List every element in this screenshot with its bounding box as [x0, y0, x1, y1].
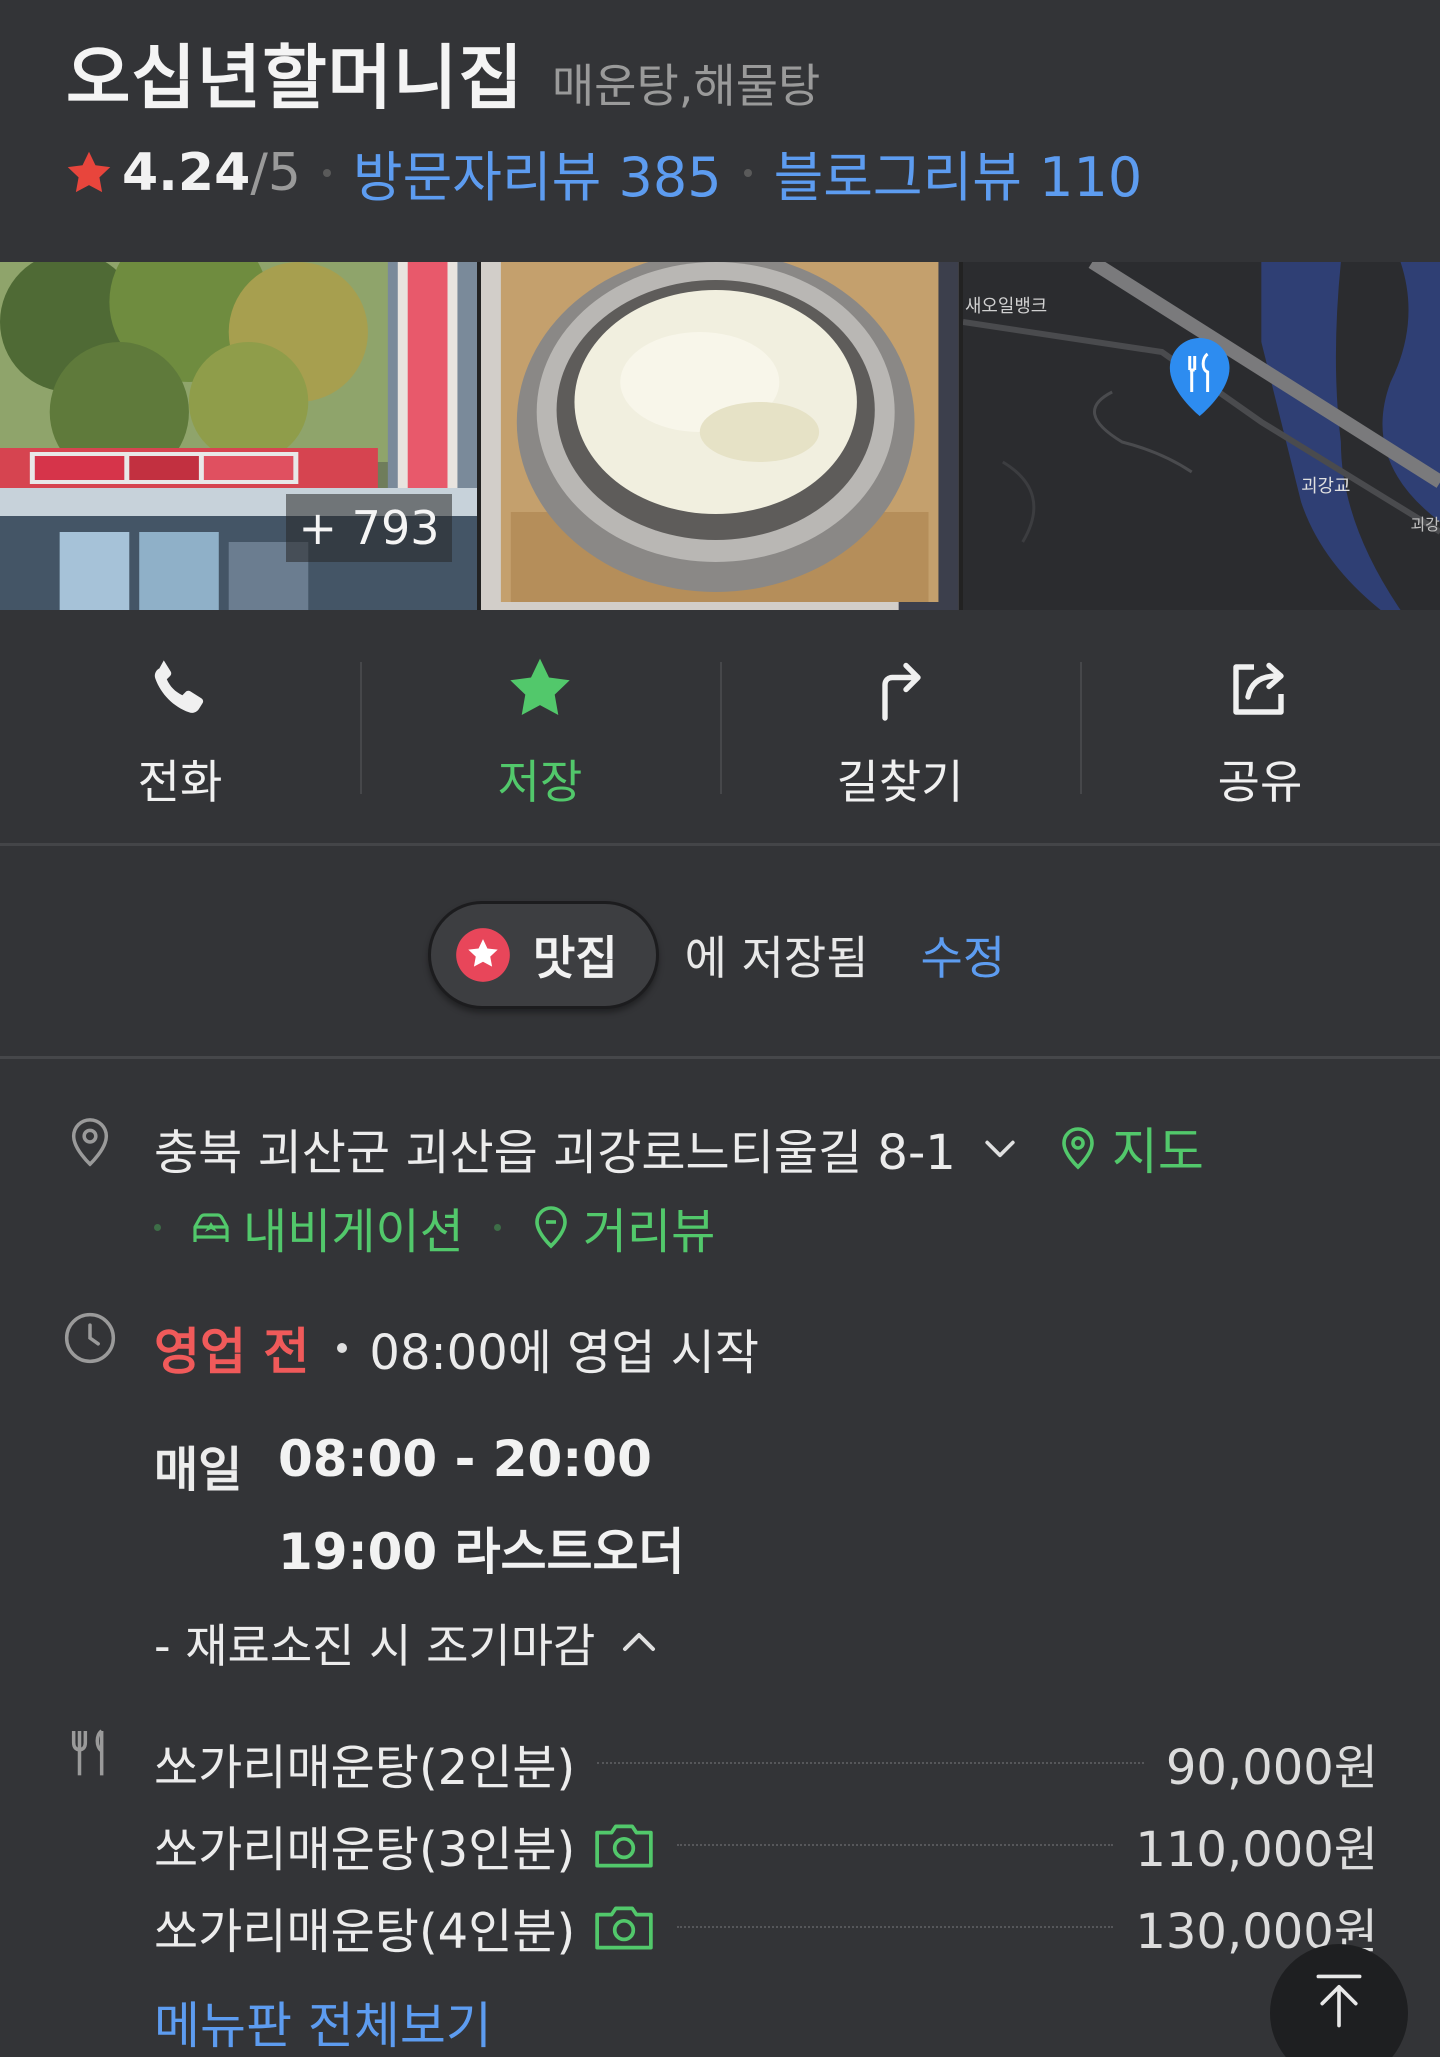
separator-dot [743, 168, 752, 177]
directions-button[interactable]: 길찾기 [720, 610, 1080, 843]
menu-item-name: 쏘가리매운탕(2인분) [154, 1740, 576, 1796]
rating-star-icon [67, 151, 111, 192]
title-row: 오십년할머니집 매운탕,해물탕 [66, 22, 820, 123]
hours-note-toggle[interactable]: - 재료소진 시 조기마감 [154, 1610, 663, 1676]
camera-icon [595, 1824, 654, 1868]
save-label: 저장 [497, 755, 583, 809]
clock-icon [64, 1312, 116, 1364]
map-label-river: 괴강 [1410, 515, 1440, 534]
separator-dot [493, 1223, 501, 1231]
map-thumbnail[interactable]: 새오일뱅크 괴강교 괴강 [962, 262, 1440, 610]
map-link[interactable]: 지도 [1054, 1112, 1204, 1184]
food-photo[interactable] [481, 262, 959, 610]
rating-max: /5 [250, 142, 301, 203]
place-detail-page: 오십년할머니집 매운탕,해물탕 4.24 /5 방문자리뷰 385 블로그리뷰 … [0, 0, 1440, 2057]
map-label-gas-station: 새오일뱅크 [965, 296, 1047, 317]
menu-item[interactable]: 쏘가리매운탕(2인분) 90,000원 [154, 1722, 1378, 1804]
address-text: 충북 괴산군 괴산읍 괴강로느티울길 8-1 [154, 1125, 956, 1181]
call-label: 전화 [137, 755, 223, 809]
saved-row: 맛집 에 저장됨 수정 [428, 901, 1005, 1009]
street-view-pin-icon [535, 1206, 567, 1249]
directions-icon [882, 662, 921, 721]
menu-item[interactable]: 쏘가리매운탕(4인분) 130,000원 [154, 1886, 1378, 1968]
chevron-down-icon[interactable] [978, 1126, 1022, 1170]
directions-label: 길찾기 [836, 755, 964, 809]
share-icon [1233, 662, 1284, 715]
map-image: 새오일뱅크 괴강교 괴강 [962, 262, 1440, 610]
map-pin-icon [1062, 1127, 1094, 1170]
rice-pot-image [481, 262, 959, 610]
share-label: 공유 [1217, 755, 1303, 809]
separator-dot [322, 168, 331, 177]
menu-item[interactable]: 쏘가리매운탕(3인분) 110,000원 [154, 1804, 1378, 1886]
saved-list-bar: 맛집 에 저장됨 수정 [0, 849, 1440, 1059]
photo-strip: + 793 새오일뱅크 괴강교 괴강 [0, 262, 1440, 610]
separator-dot [154, 1223, 161, 1231]
street-view-link[interactable]: 거리뷰 [527, 1192, 715, 1262]
edit-saved-link[interactable]: 수정 [921, 922, 1006, 988]
fork-knife-icon [71, 1729, 104, 1776]
dotted-leader [677, 1926, 1114, 1928]
business-status: 영업 전 [154, 1323, 310, 1381]
car-navigation-icon [193, 1213, 229, 1242]
map-link-label: 지도 [1111, 1123, 1204, 1181]
rating-row: 4.24 /5 방문자리뷰 385 블로그리뷰 110 [64, 133, 1142, 212]
camera-icon [595, 1906, 654, 1950]
saved-list-name: 맛집 [533, 931, 618, 985]
blog-reviews-link[interactable]: 블로그리뷰 110 [774, 133, 1143, 212]
storefront-photo[interactable]: + 793 [0, 262, 478, 610]
address-row: 충북 괴산군 괴산읍 괴강로느티울길 8-1 지도 [154, 1112, 1204, 1184]
navigation-label: 내비게이션 [243, 1204, 464, 1260]
share-button[interactable]: 공유 [1080, 610, 1440, 843]
opening-info: 08:00에 영업 시작 [369, 1325, 760, 1381]
star-icon [510, 658, 570, 715]
menu-item-name: 쏘가리매운탕(4인분) [154, 1904, 576, 1960]
chevron-up-icon [623, 1633, 656, 1651]
last-order-time: 19:00 라스트오더 [278, 1523, 685, 1581]
favorite-star-badge-icon [456, 928, 510, 982]
place-header: 오십년할머니집 매운탕,해물탕 4.24 /5 방문자리뷰 385 블로그리뷰 … [0, 0, 1440, 262]
menu-list: 쏘가리매운탕(2인분) 90,000원 쏘가리매운탕(3인분) 110,000원… [154, 1722, 1378, 2057]
location-pin-icon [71, 1118, 109, 1167]
menu-item-price: 90,000원 [1165, 1740, 1378, 1796]
save-button[interactable]: 저장 [360, 610, 720, 843]
place-name: 오십년할머니집 [66, 37, 524, 119]
business-status-row: 영업 전 08:00에 영업 시작 [154, 1312, 759, 1384]
street-view-label: 거리뷰 [582, 1204, 716, 1260]
saved-list-chip[interactable]: 맛집 [428, 901, 659, 1009]
dotted-leader [597, 1762, 1144, 1764]
dotted-leader [677, 1844, 1114, 1846]
arrow-up-icon [1316, 1974, 1362, 2028]
schedule-day: 매일 [154, 1442, 243, 1498]
call-button[interactable]: 전화 [0, 610, 360, 843]
phone-icon [154, 660, 204, 713]
place-category: 매운탕,해물탕 [551, 59, 821, 113]
separator-dot [337, 1343, 348, 1353]
map-label-bridge: 괴강교 [1301, 476, 1350, 497]
menu-item-price: 110,000원 [1135, 1822, 1378, 1878]
saved-status-text: 에 저장됨 [684, 931, 869, 985]
place-info: 충북 괴산군 괴산읍 괴강로느티울길 8-1 지도 내비게이션 거리뷰 영업 전… [0, 1060, 1440, 2057]
menu-item-name: 쏘가리매운탕(3인분) [154, 1822, 576, 1878]
visitor-reviews-link[interactable]: 방문자리뷰 385 [353, 133, 722, 212]
photo-count-badge[interactable]: + 793 [286, 494, 452, 562]
action-bar: 전화 저장 길찾기 공유 [0, 610, 1440, 846]
navigation-link[interactable]: 내비게이션 [187, 1192, 464, 1262]
schedule-hours: 08:00 - 20:00 [278, 1430, 652, 1488]
navigation-links-row: 내비게이션 거리뷰 [154, 1192, 745, 1262]
rating-value: 4.24 [122, 142, 251, 203]
view-full-menu-link[interactable]: 메뉴판 전체보기 [154, 1986, 492, 2057]
hours-note: - 재료소진 시 조기마감 [154, 1619, 596, 1673]
